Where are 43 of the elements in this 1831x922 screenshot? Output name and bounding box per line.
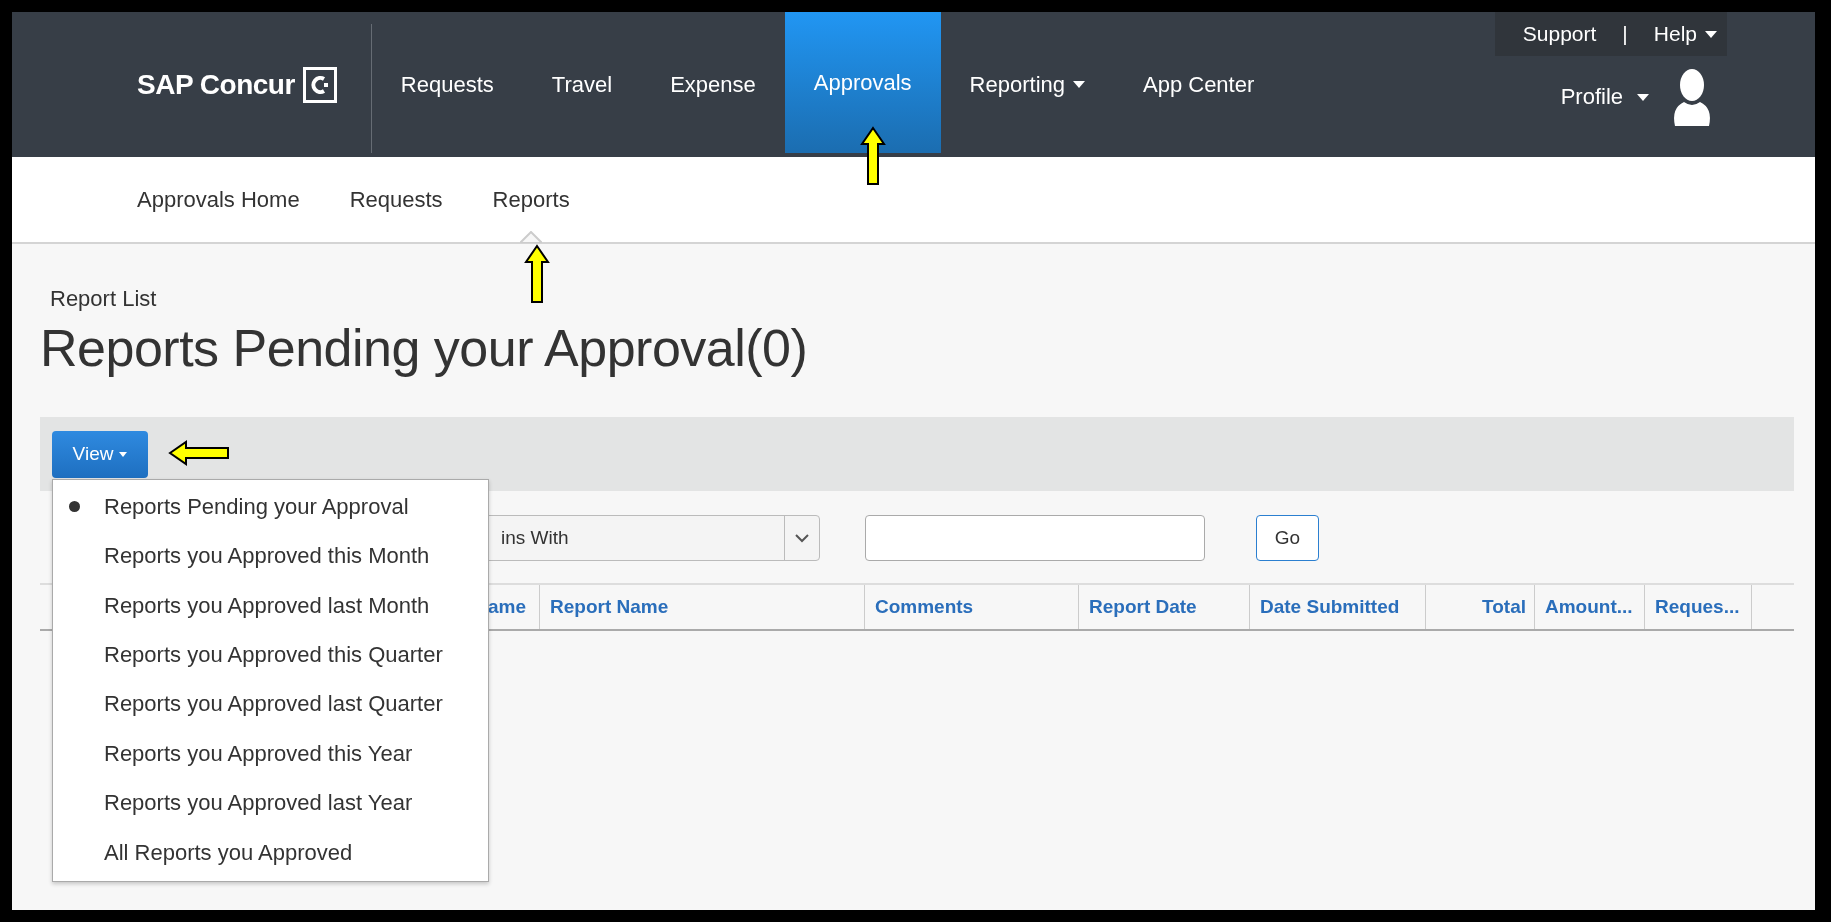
caret-icon	[119, 451, 128, 457]
utility-link[interactable]: Support	[1522, 22, 1597, 46]
arrow-icon	[524, 244, 550, 304]
caret-icon	[1637, 93, 1649, 101]
arrow-icon	[168, 440, 230, 466]
column-header[interactable]: Amount...	[1535, 585, 1645, 630]
column-header[interactable]: Total	[1426, 585, 1535, 630]
caret-icon	[1073, 81, 1085, 88]
menu-item[interactable]: Reports you Approved this Year	[53, 729, 488, 779]
separator-text: |	[1622, 22, 1628, 46]
column-header[interactable]: Reques...	[1645, 585, 1752, 630]
nav-tab[interactable]: Expense	[641, 12, 785, 157]
page-title: Reports Pending your Approval(0)	[40, 320, 809, 378]
logo-mark-icon	[302, 66, 337, 103]
chevron-down-icon	[795, 533, 809, 543]
menu-item[interactable]: All Reports you Approved	[53, 827, 488, 878]
view-button[interactable]: View	[52, 430, 148, 478]
column-header[interactable]: Report Date	[1079, 585, 1250, 630]
column-header[interactable]: Date Submitted	[1250, 585, 1426, 630]
subnav-tab[interactable]: Requests	[349, 187, 443, 242]
menu-item[interactable]: Reports you Approved last Quarter	[53, 679, 488, 730]
arrow-icon	[860, 126, 886, 186]
nav-tab[interactable]: Requests	[371, 12, 523, 157]
menu-item[interactable]: Reports you Approved last Year	[53, 778, 488, 828]
nav-tab[interactable]: Travel	[522, 12, 642, 157]
go-button[interactable]: Go	[1256, 515, 1319, 562]
nav-tab[interactable]: Approvals	[784, 12, 941, 153]
page-breadcrumb: Report List	[50, 286, 158, 312]
menu-item[interactable]: Reports you Approved this Quarter	[53, 630, 488, 680]
profile-menu[interactable]: Profile	[1560, 84, 1649, 110]
search-field[interactable]	[865, 515, 1205, 562]
menu-item[interactable]: Reports you Approved last Month	[53, 580, 488, 631]
nav-tab[interactable]: App Center	[1114, 12, 1284, 157]
subnav-tab[interactable]: Reports	[492, 187, 570, 242]
subnav-tab[interactable]: Approvals Home	[137, 187, 300, 242]
column-header[interactable]: ame	[488, 585, 540, 630]
column-header[interactable]: Report Name	[540, 585, 865, 630]
caret-icon	[1705, 30, 1717, 38]
brand-logo-text: SAP Concur	[137, 68, 295, 101]
column-header[interactable]: Comments	[865, 585, 1079, 630]
utility-link[interactable]: Help	[1653, 22, 1717, 46]
user-avatar-icon[interactable]	[1671, 68, 1713, 126]
nav-tab[interactable]: Reporting	[940, 12, 1114, 157]
